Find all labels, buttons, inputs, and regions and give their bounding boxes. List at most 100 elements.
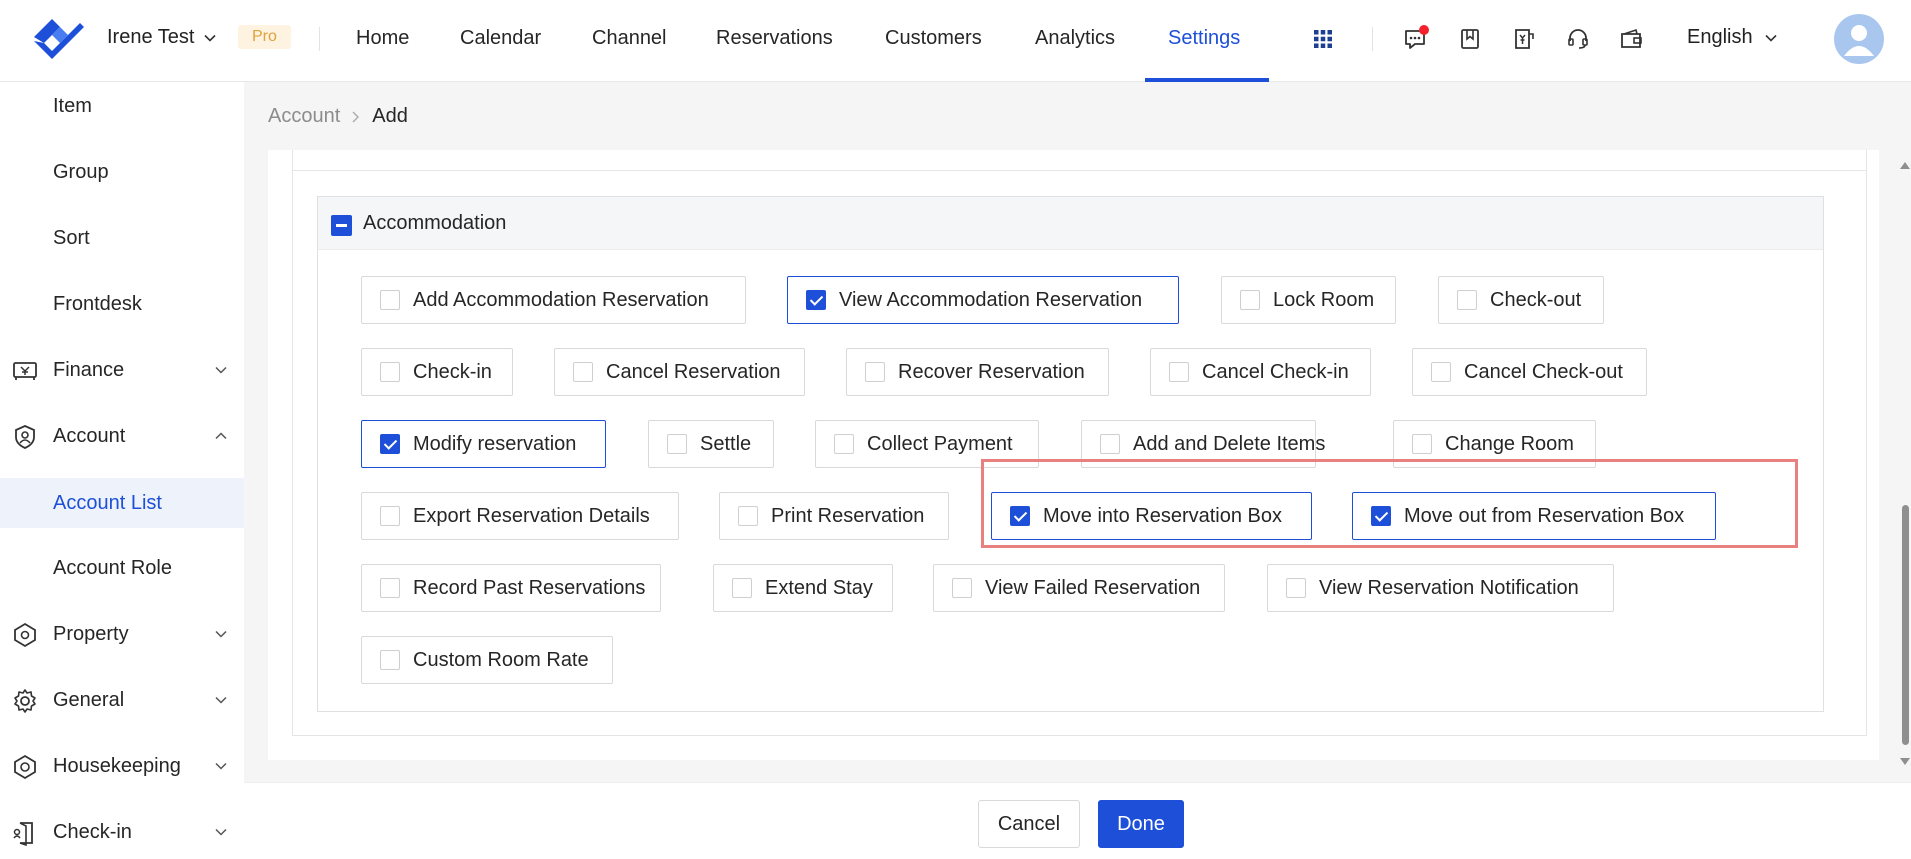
permission-label: Print Reservation <box>771 505 925 527</box>
sidebar-item-check-in[interactable]: Check-in <box>0 808 244 856</box>
app-logo-icon[interactable] <box>30 15 86 59</box>
permission-checkbox[interactable] <box>1431 362 1451 382</box>
account-switcher[interactable]: Irene Test <box>107 26 218 49</box>
permission-checkbox[interactable] <box>952 578 972 598</box>
permission-checkbox[interactable] <box>834 434 854 454</box>
permission-checkbox[interactable] <box>738 506 758 526</box>
sidebar-item-label: Item <box>53 94 92 117</box>
permission-checkbox[interactable] <box>667 434 687 454</box>
headset-icon[interactable] <box>1563 24 1593 54</box>
permission-checkbox[interactable] <box>1412 434 1432 454</box>
nav-home[interactable]: Home <box>356 27 409 50</box>
permission-label: Cancel Reservation <box>606 361 781 383</box>
sidebar-item-label: Account List <box>53 491 162 514</box>
permission-label: Modify reservation <box>413 433 577 455</box>
permission-checkbox[interactable] <box>1457 290 1477 310</box>
nav-reservations[interactable]: Reservations <box>716 27 833 50</box>
permission-option[interactable]: Extend Stay <box>713 564 893 612</box>
sidebar-item-general[interactable]: General <box>0 676 244 724</box>
permission-checkbox[interactable] <box>1286 578 1306 598</box>
permission-checkbox[interactable] <box>380 650 400 670</box>
sidebar-item-account-role[interactable]: Account Role <box>0 544 244 592</box>
permission-checkbox[interactable] <box>380 362 400 382</box>
nav-calendar[interactable]: Calendar <box>460 27 541 50</box>
language-selector[interactable]: English <box>1687 26 1779 49</box>
wallet-icon[interactable] <box>1617 24 1647 54</box>
permission-label: Check-out <box>1490 289 1582 311</box>
sidebar: Item Group Sort Frontdesk Finance Accoun… <box>0 82 244 859</box>
sidebar-item-property[interactable]: Property <box>0 610 244 658</box>
top-bar: Irene Test Pro Home Calendar Channel Res… <box>0 0 1911 82</box>
permission-checkbox[interactable] <box>573 362 593 382</box>
sidebar-item-label: Frontdesk <box>53 292 142 315</box>
scroll-up-arrow-icon[interactable] <box>1900 162 1910 169</box>
permission-option[interactable]: Cancel Reservation <box>554 348 805 396</box>
messages-icon[interactable] <box>1401 24 1431 54</box>
permission-checkbox[interactable] <box>865 362 885 382</box>
breadcrumb-parent[interactable]: Account <box>268 105 340 128</box>
sidebar-item-item[interactable]: Item <box>0 82 244 130</box>
permission-option[interactable]: Recover Reservation <box>846 348 1109 396</box>
permission-checkbox[interactable] <box>380 434 400 454</box>
permission-option[interactable]: Print Reservation <box>719 492 949 540</box>
sidebar-item-sort[interactable]: Sort <box>0 214 244 262</box>
sidebar-item-finance[interactable]: Finance <box>0 346 244 394</box>
sidebar-item-account[interactable]: Account <box>0 412 244 460</box>
permission-option[interactable]: Check-in <box>361 348 513 396</box>
permission-option[interactable]: View Failed Reservation <box>933 564 1225 612</box>
nav-customers[interactable]: Customers <box>885 27 982 50</box>
scrollbar-thumb[interactable] <box>1902 505 1909 745</box>
permission-label: Add Accommodation Reservation <box>413 289 709 311</box>
avatar[interactable] <box>1834 14 1884 64</box>
sidebar-item-label: Finance <box>53 358 125 381</box>
permission-option[interactable]: Cancel Check-in <box>1150 348 1371 396</box>
sidebar-item-housekeeping[interactable]: Housekeeping <box>0 742 244 790</box>
notification-dot <box>1419 25 1429 35</box>
section-indeterminate-checkbox[interactable] <box>331 215 352 236</box>
chevron-down-icon <box>215 366 227 374</box>
chevron-down-icon <box>215 828 227 836</box>
sidebar-item-account-list[interactable]: Account List <box>0 478 244 528</box>
chevron-down-icon <box>1765 34 1777 42</box>
permission-option[interactable]: Lock Room <box>1221 276 1396 324</box>
scrollbar[interactable] <box>1898 150 1911 780</box>
divider <box>319 27 320 51</box>
permission-option[interactable]: View Accommodation Reservation <box>787 276 1179 324</box>
permission-label: Cancel Check-out <box>1464 361 1623 383</box>
account-name: Irene Test <box>107 26 195 48</box>
permission-option[interactable]: Add Accommodation Reservation <box>361 276 746 324</box>
permission-option[interactable]: Cancel Check-out <box>1412 348 1647 396</box>
cancel-button[interactable]: Cancel <box>978 800 1080 848</box>
permission-checkbox[interactable] <box>1100 434 1120 454</box>
nav-analytics[interactable]: Analytics <box>1035 27 1115 50</box>
permission-option[interactable]: View Reservation Notification <box>1267 564 1614 612</box>
permission-checkbox[interactable] <box>1240 290 1260 310</box>
bookmark-icon[interactable] <box>1455 24 1485 54</box>
permission-checkbox[interactable] <box>380 506 400 526</box>
permission-option[interactable]: Check-out <box>1438 276 1604 324</box>
form-footer: Cancel Done <box>244 782 1911 859</box>
permission-checkbox[interactable] <box>806 290 826 310</box>
sidebar-item-frontdesk[interactable]: Frontdesk <box>0 280 244 328</box>
permission-option[interactable]: Record Past Reservations <box>361 564 661 612</box>
permission-checkbox[interactable] <box>1169 362 1189 382</box>
invoice-icon[interactable] <box>1509 24 1539 54</box>
housekeeping-icon <box>14 754 36 780</box>
sidebar-item-group[interactable]: Group <box>0 148 244 196</box>
nav-settings[interactable]: Settings <box>1168 27 1240 50</box>
permission-label: Collect Payment <box>867 433 1013 455</box>
permission-label: Add and Delete Items <box>1133 433 1326 455</box>
permission-option[interactable]: Settle <box>648 420 774 468</box>
apps-grid-icon[interactable] <box>1308 24 1338 54</box>
scroll-down-arrow-icon[interactable] <box>1900 758 1910 765</box>
permission-option[interactable]: Modify reservation <box>361 420 606 468</box>
permission-checkbox[interactable] <box>380 578 400 598</box>
permission-checkbox[interactable] <box>380 290 400 310</box>
permission-label: Change Room <box>1445 433 1574 455</box>
sidebar-item-label: Check-in <box>53 820 132 843</box>
nav-channel[interactable]: Channel <box>592 27 667 50</box>
permission-option[interactable]: Custom Room Rate <box>361 636 613 684</box>
permission-checkbox[interactable] <box>732 578 752 598</box>
done-button[interactable]: Done <box>1098 800 1184 848</box>
permission-option[interactable]: Export Reservation Details <box>361 492 679 540</box>
